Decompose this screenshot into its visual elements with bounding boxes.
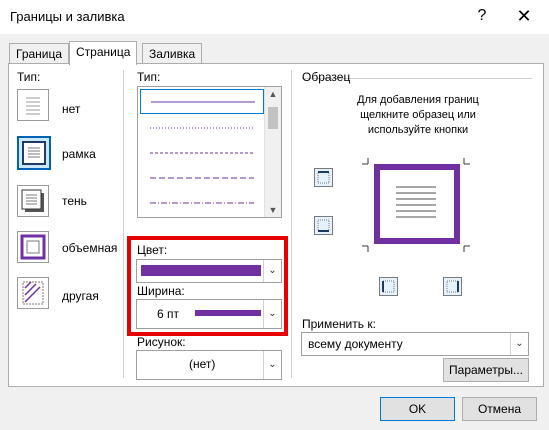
style-label: Тип: xyxy=(137,70,161,84)
art-label: Рисунок: xyxy=(137,335,186,349)
options-button[interactable]: Параметры... xyxy=(443,358,529,382)
scroll-thumb[interactable] xyxy=(268,107,278,129)
scroll-up-icon[interactable]: ▲ xyxy=(265,89,281,99)
color-combo[interactable]: ⌄ xyxy=(136,259,282,283)
width-label: Ширина: xyxy=(137,284,185,298)
border-top-toggle[interactable] xyxy=(314,168,333,187)
scroll-down-icon[interactable]: ▼ xyxy=(265,205,281,215)
style-option-dashed-short[interactable] xyxy=(140,142,262,164)
color-label: Цвет: xyxy=(137,243,168,257)
setting-label: Тип: xyxy=(17,70,41,84)
preview-hint: Для добавления границ щелкните образец и… xyxy=(357,94,479,136)
apply-to-label: Применить к: xyxy=(302,317,376,331)
border-right-toggle[interactable] xyxy=(443,277,462,296)
style-listbox[interactable]: ▲ ▼ xyxy=(137,86,282,218)
art-value: (нет) xyxy=(189,357,216,371)
chevron-down-icon[interactable]: ⌄ xyxy=(510,333,528,355)
style-option-dotted[interactable] xyxy=(140,117,262,139)
preview-label: Образец xyxy=(302,70,351,84)
setting-custom-label: другая xyxy=(62,289,99,303)
setting-none-label: нет xyxy=(62,102,81,116)
preview-page[interactable] xyxy=(360,158,472,252)
setting-shadow-label: тень xyxy=(62,194,87,208)
setting-3d[interactable] xyxy=(17,231,49,263)
setting-custom[interactable] xyxy=(17,277,49,309)
border-top-icon xyxy=(317,171,330,184)
width-swatch xyxy=(195,310,261,316)
close-button[interactable]: ✕ xyxy=(512,4,536,28)
divider-left xyxy=(123,70,124,378)
ok-button[interactable]: OK xyxy=(380,397,455,421)
chevron-down-icon[interactable]: ⌄ xyxy=(263,300,281,328)
chevron-down-icon[interactable]: ⌄ xyxy=(263,260,281,282)
style-option-dashed-long[interactable] xyxy=(140,167,262,189)
apply-to-value: всему документу xyxy=(308,337,403,351)
width-value: 6 пт xyxy=(157,307,180,321)
dialog-title: Границы и заливка xyxy=(10,9,125,24)
divider-right xyxy=(291,70,292,378)
setting-3d-label: объемная xyxy=(62,241,118,255)
border-left-icon xyxy=(382,280,395,293)
width-combo[interactable]: 6 пт ⌄ xyxy=(136,299,282,329)
tab-borders[interactable]: Граница xyxy=(9,43,70,64)
color-swatch xyxy=(141,265,261,276)
style-option-solid[interactable] xyxy=(140,89,264,114)
apply-to-combo[interactable]: всему документу ⌄ xyxy=(301,332,529,356)
border-none-icon xyxy=(17,89,49,121)
border-box-icon xyxy=(17,136,51,170)
tab-shading[interactable]: Заливка xyxy=(142,43,203,64)
border-bottom-icon xyxy=(317,219,330,232)
style-scrollbar[interactable]: ▲ ▼ xyxy=(264,87,281,217)
border-bottom-toggle[interactable] xyxy=(314,216,333,235)
cancel-button[interactable]: Отмена xyxy=(462,397,537,421)
style-option-dash-dot[interactable] xyxy=(140,192,262,214)
setting-box[interactable] xyxy=(17,136,51,170)
tab-page-border[interactable]: Страница xyxy=(69,41,138,65)
help-button[interactable]: ? xyxy=(470,4,494,28)
border-shadow-icon xyxy=(17,185,49,217)
art-combo[interactable]: (нет) ⌄ xyxy=(136,350,282,380)
setting-none[interactable] xyxy=(17,89,49,121)
chevron-down-icon[interactable]: ⌄ xyxy=(263,351,281,379)
border-right-icon xyxy=(446,280,459,293)
setting-box-label: рамка xyxy=(62,147,96,161)
border-left-toggle[interactable] xyxy=(379,277,398,296)
setting-shadow[interactable] xyxy=(17,185,49,217)
border-custom-icon xyxy=(17,277,49,309)
border-3d-icon xyxy=(17,231,49,263)
